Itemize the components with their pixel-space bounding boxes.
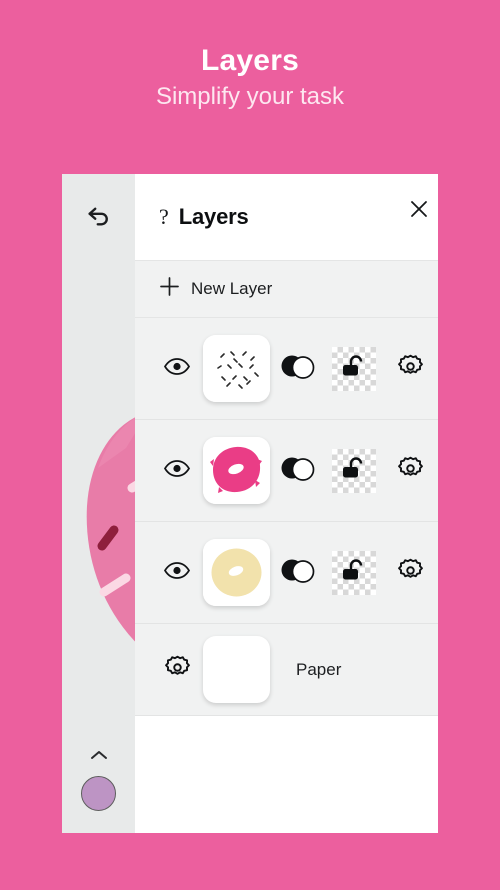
table-row[interactable]	[135, 318, 438, 420]
undo-button[interactable]	[62, 200, 135, 235]
paper-label: Paper	[296, 659, 342, 679]
promo-subtitle: Simplify your task	[155, 83, 345, 110]
promo-title: Layers	[201, 44, 299, 77]
layer-blend-button[interactable]	[270, 454, 326, 487]
eye-icon	[164, 459, 190, 482]
close-button[interactable]	[406, 198, 432, 224]
tool-rail	[62, 174, 214, 833]
unlocked-padlock-icon	[341, 354, 367, 383]
eye-icon	[164, 561, 190, 584]
layer-thumbnail[interactable]	[203, 437, 270, 504]
blend-mode-icon	[279, 352, 317, 385]
layer-lock-button[interactable]	[326, 448, 382, 493]
help-icon[interactable]: ?	[159, 206, 169, 228]
blend-mode-icon	[279, 454, 317, 487]
plus-icon	[159, 276, 180, 302]
close-icon	[408, 198, 430, 225]
panel-header: ? Layers	[135, 174, 438, 260]
new-layer-button[interactable]: New Layer	[135, 260, 438, 318]
app-screenshot: ? Layers New Layer Paper	[62, 174, 438, 833]
layer-list: Paper	[135, 318, 438, 716]
layer-lock-button[interactable]	[326, 550, 382, 595]
paper-thumbnail[interactable]	[203, 636, 270, 703]
chevron-up-icon[interactable]	[89, 749, 109, 767]
new-layer-label: New Layer	[191, 279, 273, 298]
transparency-checkerboard	[332, 346, 376, 391]
layer-blend-button[interactable]	[270, 352, 326, 385]
gear-icon	[397, 557, 424, 589]
promo-header: Layers Simplify your task	[0, 0, 500, 172]
unlocked-padlock-icon	[341, 456, 367, 485]
layer-visibility-toggle[interactable]	[155, 459, 199, 482]
layer-visibility-toggle[interactable]	[155, 561, 199, 584]
panel-title: Layers	[178, 204, 249, 229]
transparency-checkerboard	[332, 550, 376, 595]
paper-settings-button[interactable]	[155, 654, 199, 686]
layer-thumbnail[interactable]	[203, 539, 270, 606]
gear-icon	[397, 353, 424, 385]
gear-icon	[397, 455, 424, 487]
color-swatch-button[interactable]	[81, 776, 116, 811]
layer-settings-button[interactable]	[382, 455, 438, 487]
rail-bottom-controls	[62, 749, 135, 811]
table-row[interactable]	[135, 522, 438, 624]
panel-empty-area	[135, 716, 438, 833]
layer-visibility-toggle[interactable]	[155, 357, 199, 380]
paper-row[interactable]: Paper	[135, 624, 438, 716]
layer-thumbnail[interactable]	[203, 335, 270, 402]
table-row[interactable]	[135, 420, 438, 522]
layer-settings-button[interactable]	[382, 557, 438, 589]
layer-blend-button[interactable]	[270, 556, 326, 589]
layer-settings-button[interactable]	[382, 353, 438, 385]
unlocked-padlock-icon	[341, 558, 367, 587]
undo-arrow-icon	[84, 200, 114, 235]
layers-panel: ? Layers New Layer Paper	[135, 174, 438, 833]
gear-icon	[164, 654, 191, 686]
blend-mode-icon	[279, 556, 317, 589]
transparency-checkerboard	[332, 448, 376, 493]
eye-icon	[164, 357, 190, 380]
layer-lock-button[interactable]	[326, 346, 382, 391]
